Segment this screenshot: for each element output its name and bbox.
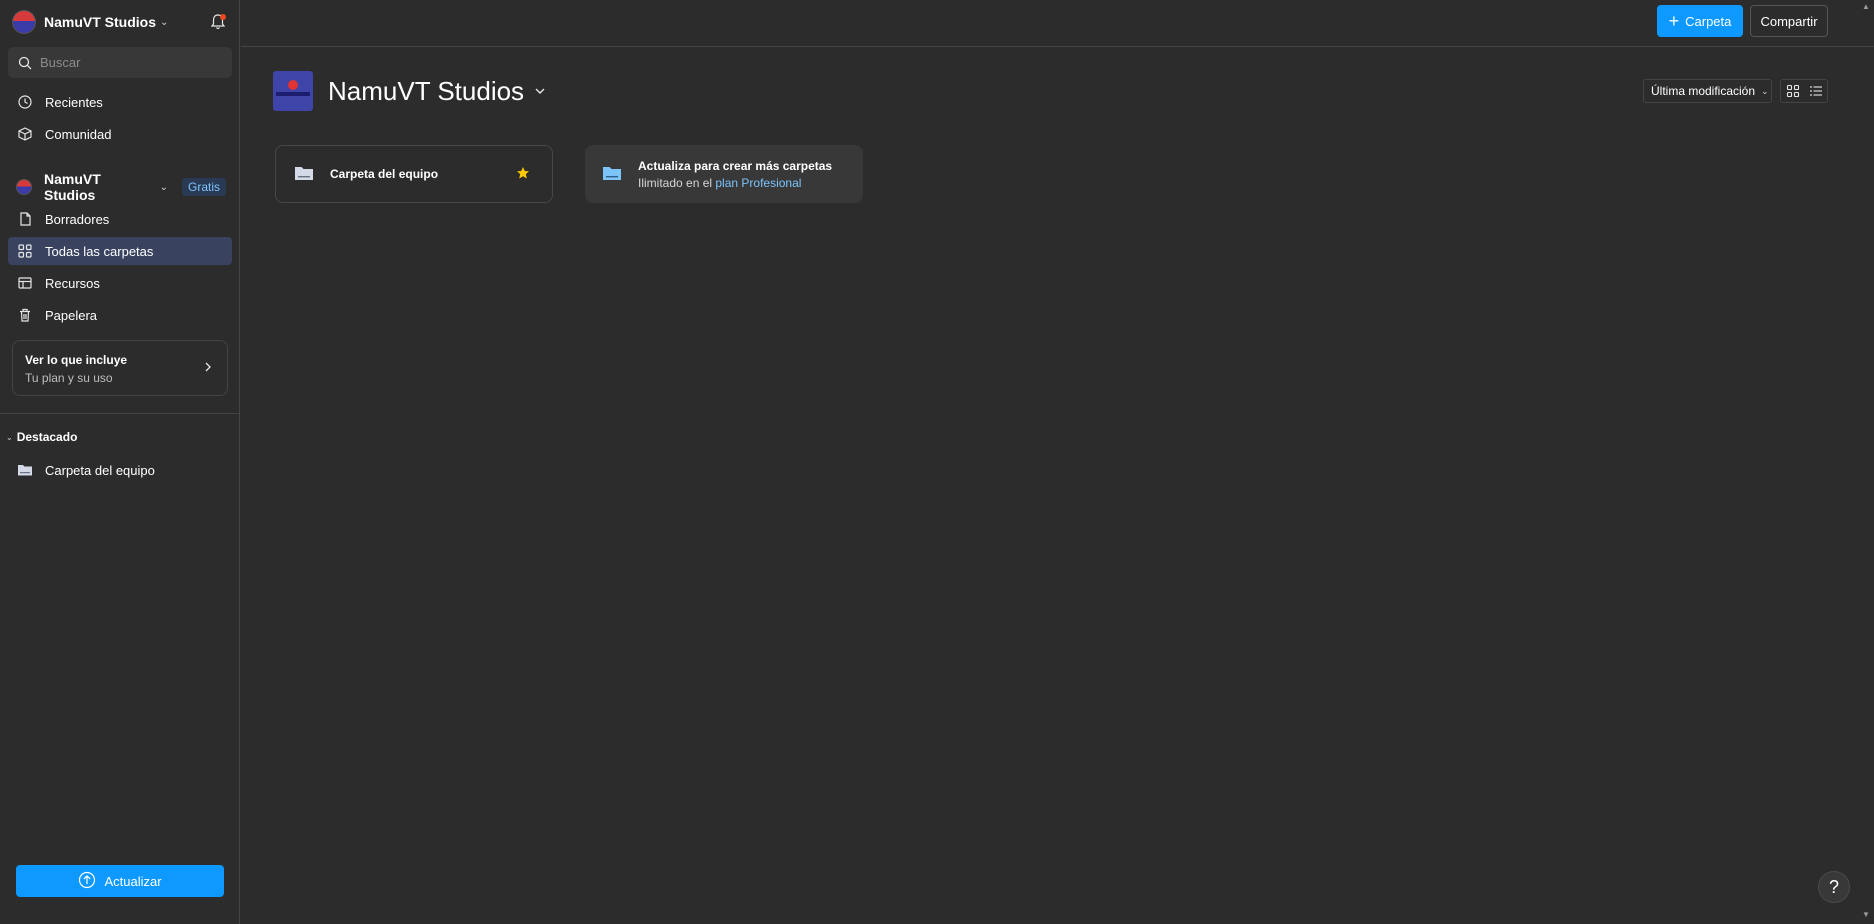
upgrade-card-prefix: Ilimitado en el bbox=[638, 175, 716, 190]
caret-down-icon: ⌄ bbox=[6, 432, 13, 442]
folder-icon bbox=[294, 165, 314, 184]
sidebar-divider bbox=[0, 413, 240, 414]
search-icon bbox=[18, 56, 32, 69]
file-icon bbox=[17, 211, 33, 227]
resources-icon bbox=[17, 275, 33, 291]
share-button[interactable]: Compartir bbox=[1750, 5, 1828, 37]
chevron-right-icon bbox=[203, 361, 213, 376]
new-folder-label: Carpeta bbox=[1685, 13, 1732, 29]
notification-dot bbox=[220, 14, 226, 20]
logo-sun-shape bbox=[288, 80, 298, 90]
arrow-up-circle-icon bbox=[78, 871, 96, 892]
page-title: NamuVT Studios bbox=[328, 76, 525, 106]
trash-icon bbox=[17, 307, 33, 323]
scroll-down-icon[interactable]: ▼ bbox=[1862, 910, 1870, 919]
team-switcher[interactable]: NamuVT Studios ⌄ bbox=[12, 10, 228, 34]
grid-icon bbox=[17, 243, 33, 259]
new-folder-button[interactable]: + Carpeta bbox=[1657, 5, 1743, 37]
sidebar-item-recursos[interactable]: Recursos bbox=[8, 269, 232, 297]
sidebar-item-label: Recientes bbox=[45, 94, 103, 110]
sidebar-item-carpeta-del-equipo[interactable]: Carpeta del equipo bbox=[8, 456, 232, 484]
help-label: ? bbox=[1828, 876, 1839, 897]
sidebar: NamuVT Studios ⌄ Recientes Comunidad bbox=[0, 0, 240, 924]
view-toggle bbox=[1780, 79, 1828, 103]
upgrade-button-label: Actualizar bbox=[104, 873, 162, 889]
clock-icon bbox=[17, 94, 33, 110]
bell-icon[interactable] bbox=[208, 12, 228, 32]
team-logo bbox=[273, 71, 313, 111]
sidebar-item-recientes[interactable]: Recientes bbox=[8, 88, 232, 116]
star-icon[interactable] bbox=[516, 166, 530, 183]
app-window: NamuVT Studios ⌄ Recientes Comunidad bbox=[0, 0, 1874, 924]
sidebar-item-borradores[interactable]: Borradores bbox=[8, 205, 232, 233]
list-icon bbox=[1809, 86, 1822, 96]
starred-section-title: Destacado bbox=[16, 430, 78, 444]
sidebar-item-label: Carpeta del equipo bbox=[45, 462, 155, 478]
upgrade-folders-card[interactable]: Actualiza para crear más carpetas Ilimit… bbox=[585, 145, 863, 203]
sidebar-item-label: Borradores bbox=[45, 211, 110, 227]
folder-icon bbox=[17, 462, 33, 478]
grid-view-button[interactable] bbox=[1781, 80, 1804, 102]
team-avatar bbox=[16, 179, 32, 195]
search-box[interactable] bbox=[8, 47, 232, 78]
folder-card[interactable]: Carpeta del equipo bbox=[275, 145, 553, 203]
sidebar-item-todas-las-carpetas[interactable]: Todas las carpetas bbox=[8, 237, 232, 265]
help-button[interactable]: ? bbox=[1818, 871, 1850, 903]
sort-label: Última modificación bbox=[1651, 84, 1756, 98]
upgrade-button[interactable]: Actualizar bbox=[16, 865, 224, 897]
upgrade-card-text: Actualiza para crear más carpetas Ilimit… bbox=[638, 159, 832, 190]
logo-band-shape bbox=[276, 92, 310, 96]
sidebar-item-label: Comunidad bbox=[45, 126, 112, 142]
folder-icon bbox=[602, 165, 622, 184]
team-section-header[interactable]: NamuVT Studios ⌄ Gratis bbox=[16, 171, 226, 203]
folder-name: Carpeta del equipo bbox=[330, 167, 439, 181]
scroll-up-icon[interactable]: ▲ bbox=[1862, 2, 1870, 11]
plan-card-subtitle: Tu plan y su uso bbox=[25, 371, 113, 385]
upgrade-card-title: Actualiza para crear más carpetas bbox=[638, 158, 833, 173]
share-label: Compartir bbox=[1760, 13, 1818, 29]
top-bar bbox=[241, 0, 1874, 47]
cube-icon bbox=[17, 126, 33, 142]
plan-profesional-link[interactable]: plan Profesional bbox=[715, 176, 801, 190]
starred-section-header[interactable]: ⌄ Destacado bbox=[6, 430, 77, 444]
plan-badge: Gratis bbox=[181, 178, 226, 196]
chevron-down-icon: ⌄ bbox=[160, 16, 169, 28]
plan-usage-card[interactable]: Ver lo que incluye Tu plan y su uso bbox=[12, 340, 228, 396]
plus-icon: + bbox=[1668, 11, 1680, 31]
sort-dropdown[interactable]: Última modificación ⌄ bbox=[1643, 79, 1772, 103]
sidebar-item-papelera[interactable]: Papelera bbox=[8, 301, 232, 329]
grid-icon bbox=[1786, 84, 1799, 98]
team-avatar bbox=[12, 10, 36, 34]
chevron-down-icon[interactable] bbox=[534, 84, 546, 99]
sidebar-item-label: Todas las carpetas bbox=[45, 243, 154, 259]
list-view-button[interactable] bbox=[1804, 80, 1827, 102]
chevron-down-icon: ⌄ bbox=[159, 181, 168, 193]
team-switcher-name: NamuVT Studios bbox=[44, 14, 157, 30]
plan-card-title: Ver lo que incluye bbox=[25, 353, 128, 367]
team-section-name: NamuVT Studios bbox=[44, 171, 101, 203]
sidebar-item-label: Recursos bbox=[45, 275, 100, 291]
chevron-down-icon: ⌄ bbox=[1761, 85, 1769, 96]
search-input[interactable] bbox=[40, 55, 220, 70]
upgrade-card-subtitle: Ilimitado en el plan Profesional bbox=[638, 176, 832, 190]
sidebar-item-comunidad[interactable]: Comunidad bbox=[8, 120, 232, 148]
sidebar-item-label: Papelera bbox=[45, 307, 98, 323]
